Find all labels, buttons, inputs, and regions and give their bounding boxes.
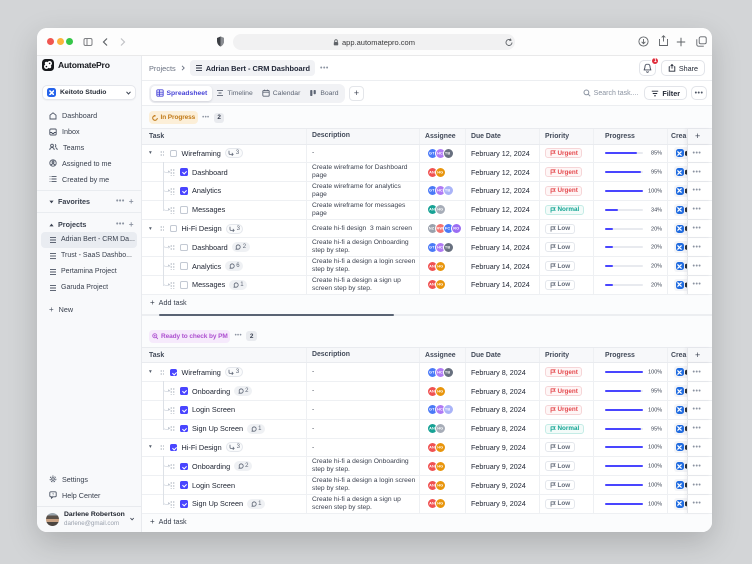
svg-text:?: ? xyxy=(52,492,55,497)
